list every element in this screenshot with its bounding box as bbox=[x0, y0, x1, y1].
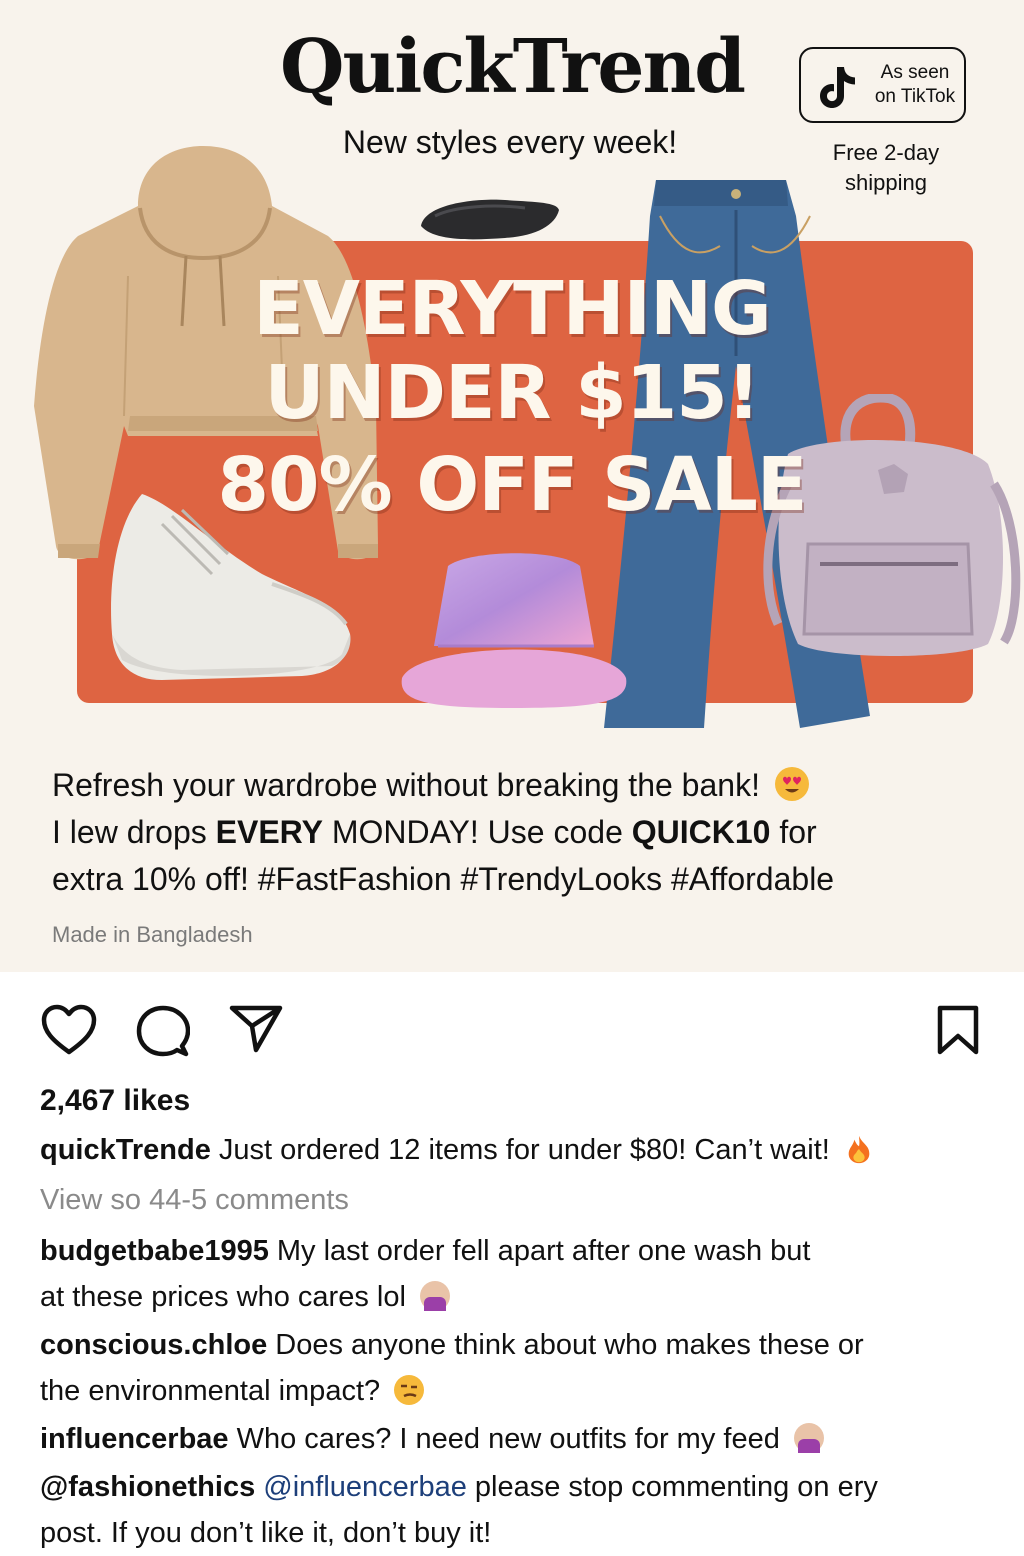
comment-item: budgetbabe1995 My last order fell apart … bbox=[40, 1228, 990, 1320]
comment-line2: at these prices who cares lol bbox=[40, 1274, 990, 1320]
comment-username[interactable]: budgetbabe1995 bbox=[40, 1235, 269, 1267]
caption-username[interactable]: quickTrende bbox=[40, 1134, 211, 1166]
tiktok-badge: As seen on TikTok bbox=[799, 47, 966, 123]
ad-caption-line2-b: EVERY bbox=[215, 814, 323, 850]
likes-count[interactable]: 2,467 likes bbox=[40, 1084, 190, 1118]
heart-icon[interactable] bbox=[40, 1004, 98, 1056]
comment-text: Does anyone think about who makes these … bbox=[267, 1329, 864, 1361]
caption-text: Just ordered 12 items for under $80! Can… bbox=[210, 1134, 830, 1166]
heart-eyes-emoji-icon bbox=[774, 767, 809, 801]
comment-item: influencerbae Who cares? I need new outf… bbox=[40, 1416, 990, 1462]
comment-line1: conscious.chloe Does anyone think about … bbox=[40, 1322, 990, 1368]
ad-caption-line1: Refresh your wardrobe without breaking t… bbox=[52, 762, 992, 809]
comment-text: Who cares? I need new outfits for my fee… bbox=[228, 1423, 780, 1455]
bucket-hat-image bbox=[401, 553, 627, 708]
bookmark-icon[interactable] bbox=[936, 1004, 980, 1056]
made-in-label: Made in Bangladesh bbox=[52, 922, 253, 947]
tiktok-line2: on TikTok bbox=[874, 86, 956, 107]
tiktok-line1: As seen bbox=[880, 62, 950, 83]
headline-line1: EVERYTHING bbox=[253, 266, 772, 352]
sunglasses-image bbox=[421, 199, 559, 240]
comment-text: please stop commenting on ery bbox=[466, 1471, 878, 1503]
ad-caption-line1-text: Refresh your wardrobe without breaking t… bbox=[52, 767, 760, 803]
ad-caption-line2-a: I lew drops bbox=[52, 814, 216, 850]
comment-username[interactable]: influencerbae bbox=[40, 1423, 229, 1455]
comment-icon[interactable] bbox=[136, 1004, 190, 1058]
promo-code: QUICK10 bbox=[631, 814, 771, 850]
skeptical-face-emoji-icon bbox=[394, 1375, 425, 1405]
comment-mention[interactable]: @influencerbae bbox=[255, 1471, 467, 1503]
headline-line2: UNDER $15! bbox=[264, 350, 761, 436]
comment-item: conscious.chloe Does anyone think about … bbox=[40, 1322, 990, 1414]
comment-line1: influencerbae Who cares? I need new outf… bbox=[40, 1416, 990, 1462]
comment-username[interactable]: conscious.chloe bbox=[40, 1329, 267, 1361]
shrug-emoji-icon bbox=[793, 1423, 824, 1453]
comment-item: @fashionethics @influencerbae please sto… bbox=[40, 1464, 990, 1556]
ad-caption: Refresh your wardrobe without breaking t… bbox=[52, 762, 992, 903]
tiktok-badge-text: As seen on TikTok bbox=[871, 61, 959, 109]
ad-caption-line2-c: MONDAY! Use code bbox=[322, 814, 632, 850]
post-image[interactable]: QuickTrend New styles every week! As see… bbox=[0, 0, 1024, 972]
ad-caption-line3: extra 10% off! #FastFashion #TrendyLooks… bbox=[52, 861, 835, 897]
comment-text: My last order fell apart after one wash … bbox=[268, 1235, 811, 1267]
shrug-emoji-icon bbox=[419, 1281, 450, 1311]
tiktok-note-icon bbox=[820, 67, 855, 108]
comment-text-cont: the environmental impact? bbox=[40, 1375, 381, 1407]
comment-line2: the environmental impact? bbox=[40, 1368, 990, 1414]
shipping-line1: Free 2-day bbox=[832, 140, 940, 165]
comment-text-cont: at these prices who cares lol bbox=[40, 1281, 406, 1313]
comment-line1: @fashionethics @influencerbae please sto… bbox=[40, 1464, 990, 1510]
caption-comment: quickTrende Just ordered 12 items for un… bbox=[40, 1127, 990, 1173]
comment-username[interactable]: @fashionethics bbox=[40, 1471, 255, 1503]
ad-caption-line2: I lew drops EVERY MONDAY! Use code QUICK… bbox=[52, 809, 992, 856]
headline-line3: 80% OFF SALE bbox=[217, 442, 808, 528]
comment-line1: budgetbabe1995 My last order fell apart … bbox=[40, 1228, 990, 1274]
comment-text-cont: post. If you don’t like it, don’t buy it… bbox=[40, 1517, 492, 1549]
ad-caption-line2-e: for bbox=[770, 814, 817, 850]
comment-line2: post. If you don’t like it, don’t buy it… bbox=[40, 1510, 990, 1556]
view-all-comments-link[interactable]: View so 44-5 comments bbox=[40, 1184, 349, 1217]
fire-emoji-icon bbox=[848, 1135, 870, 1164]
share-icon[interactable] bbox=[228, 1004, 284, 1054]
